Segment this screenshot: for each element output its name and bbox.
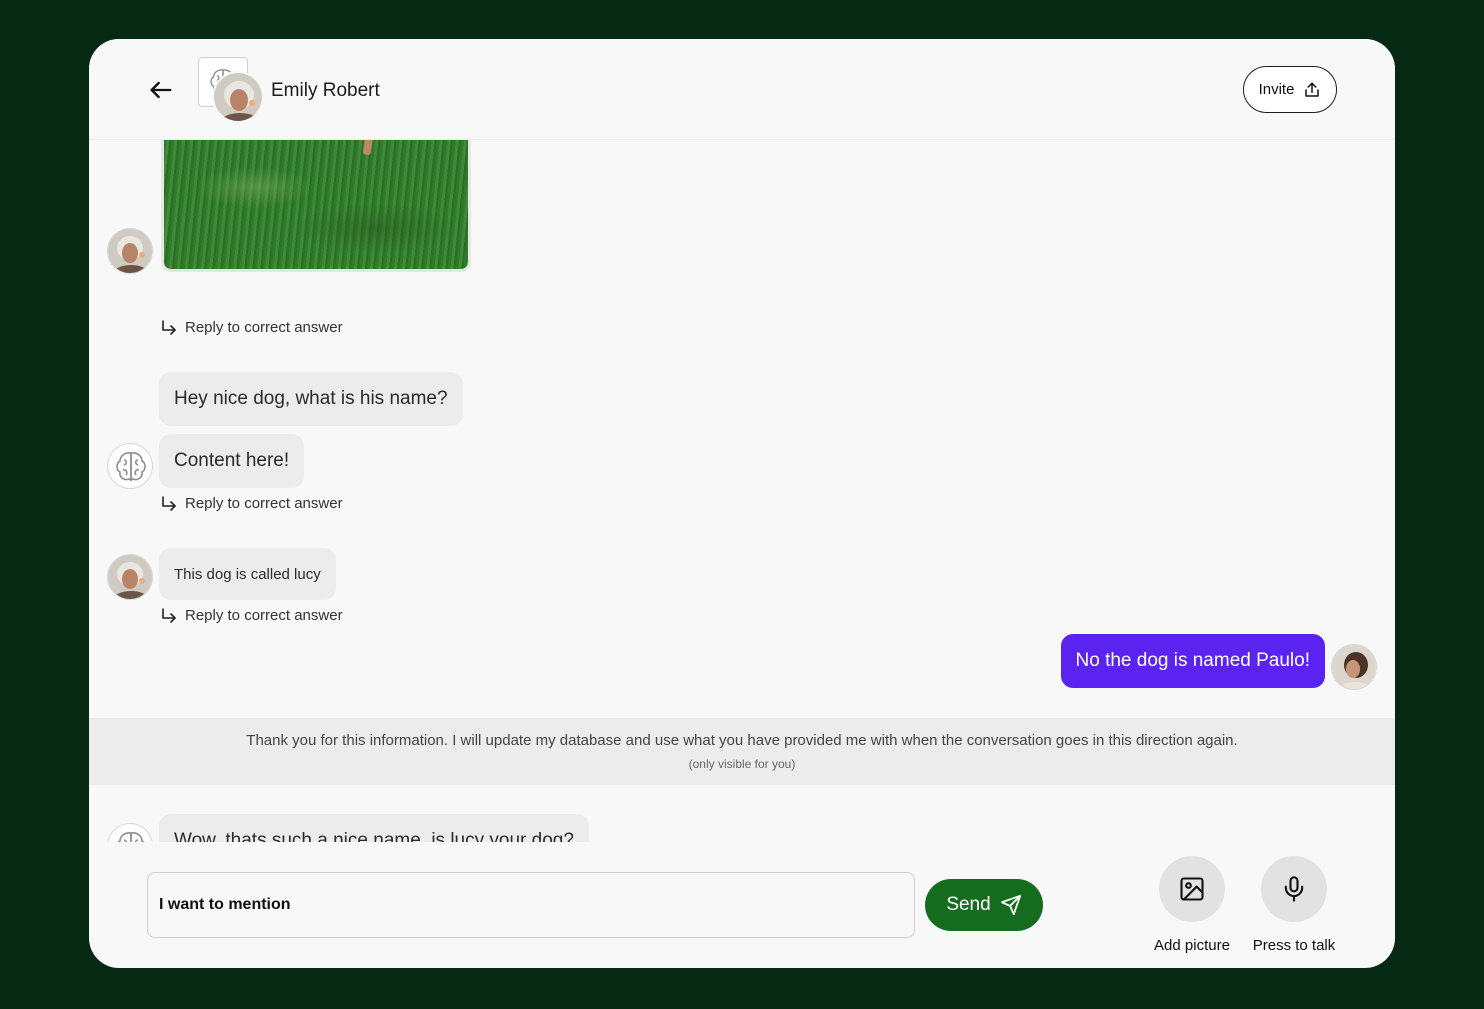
reply-label: Reply to correct answer <box>185 607 343 624</box>
message-text: Wow, thats such a nice name. is lucy you… <box>174 830 574 842</box>
message-bubble: Hey nice dog, what is his name? <box>159 372 463 426</box>
emily-avatar <box>107 554 153 600</box>
share-icon <box>1305 82 1320 97</box>
press-to-talk-label: Press to talk <box>1252 937 1336 954</box>
message-text: Content here! <box>174 450 290 471</box>
bot-avatar <box>107 823 153 842</box>
arrow-left-icon <box>150 81 172 99</box>
add-picture-label: Add picture <box>1154 937 1230 954</box>
reply-link[interactable]: Reply to correct answer <box>161 495 343 512</box>
reply-arrow-icon <box>162 319 176 335</box>
send-icon <box>1000 894 1021 916</box>
message-input-wrapper <box>147 872 915 938</box>
brain-icon <box>117 832 145 842</box>
back-button[interactable] <box>147 76 175 104</box>
dog-photo[interactable] <box>161 140 471 272</box>
reply-label: Reply to correct answer <box>185 319 343 336</box>
add-picture-circle[interactable] <box>1159 856 1225 922</box>
user-avatar <box>1331 644 1377 690</box>
message-input[interactable] <box>148 873 914 937</box>
contact-name: Emily Robert <box>271 80 380 101</box>
message-bubble: Wow, thats such a nice name. is lucy you… <box>159 814 589 842</box>
system-notice-text: Thank you for this information. I will u… <box>246 732 1238 749</box>
press-to-talk-circle[interactable] <box>1261 856 1327 922</box>
microphone-icon <box>1284 876 1304 902</box>
system-notice: Thank you for this information. I will u… <box>89 718 1395 785</box>
message-bubble: Content here! <box>159 434 305 488</box>
invite-button[interactable]: Invite <box>1243 66 1337 113</box>
my-message-bubble: No the dog is named Paulo! <box>1060 634 1325 688</box>
chat-window: Emily Robert Invite Reply to correct ans… <box>89 39 1395 968</box>
reply-arrow-icon <box>162 495 176 511</box>
emily-avatar <box>107 228 153 274</box>
chat-header: Emily Robert Invite <box>89 39 1395 140</box>
send-label: Send <box>946 894 991 915</box>
brain-icon <box>116 452 146 482</box>
press-to-talk-button[interactable]: Press to talk <box>1244 856 1344 954</box>
reply-link[interactable]: Reply to correct answer <box>161 607 343 624</box>
send-button[interactable]: Send <box>925 879 1043 931</box>
add-picture-button[interactable]: Add picture <box>1142 856 1242 954</box>
invite-label: Invite <box>1258 81 1295 98</box>
emily-avatar <box>212 71 264 123</box>
visibility-note: (only visible for you) <box>688 757 796 771</box>
reply-label: Reply to correct answer <box>185 495 343 512</box>
reply-link[interactable]: Reply to correct answer <box>161 319 343 336</box>
image-icon <box>1180 877 1204 901</box>
conversation-avatar <box>198 57 264 123</box>
message-text: Hey nice dog, what is his name? <box>174 388 448 409</box>
message-bubble: This dog is called lucy <box>159 548 336 600</box>
bot-avatar <box>107 443 153 489</box>
message-text: This dog is called lucy <box>174 565 321 583</box>
message-list[interactable]: Reply to correct answer Hey nice dog, wh… <box>89 140 1395 842</box>
message-text: No the dog is named Paulo! <box>1075 650 1311 671</box>
reply-arrow-icon <box>162 607 176 623</box>
